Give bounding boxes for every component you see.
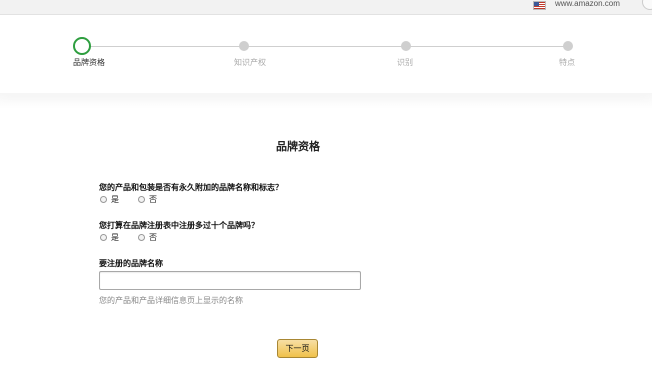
- corner-button[interactable]: [642, 0, 652, 10]
- us-flag-icon[interactable]: [533, 1, 546, 10]
- brand-name-input[interactable]: [99, 271, 361, 290]
- site-domain: www.amazon.com: [555, 0, 620, 8]
- q2-no-label[interactable]: 否: [149, 232, 157, 243]
- next-page-button[interactable]: 下一页: [277, 339, 318, 358]
- step-3-label: 识别: [397, 58, 413, 67]
- q2-yes-radio[interactable]: [100, 234, 107, 241]
- step-4-indicator: [563, 41, 573, 51]
- progress-track: [82, 46, 568, 47]
- step-4-label: 特点: [559, 58, 575, 67]
- step-2-label: 知识产权: [234, 58, 266, 67]
- q1-no-radio[interactable]: [138, 196, 145, 203]
- step-2-indicator: [239, 41, 249, 51]
- brand-name-label: 要注册的品牌名称: [99, 259, 163, 268]
- step-1-label: 品牌资格: [73, 58, 105, 67]
- q1-yes-label[interactable]: 是: [111, 194, 119, 205]
- progress-header: 品牌资格 知识产权 识别 特点: [0, 15, 652, 109]
- q1-no-label[interactable]: 否: [149, 194, 157, 205]
- step-3-indicator: [401, 41, 411, 51]
- q1-yes-radio[interactable]: [100, 196, 107, 203]
- question-more-than-ten-brands: 您打算在品牌注册表中注册多过十个品牌吗？: [99, 221, 259, 230]
- brand-name-hint: 您的产品和产品详细信息页上显示的名称: [99, 296, 243, 305]
- step-1-indicator: [73, 37, 91, 55]
- q2-yes-label[interactable]: 是: [111, 232, 119, 243]
- question-permanent-brand-options: 是 否: [100, 194, 176, 205]
- page-title: 品牌资格: [276, 140, 320, 153]
- browser-top-strip: www.amazon.com: [0, 0, 652, 15]
- question-permanent-brand: 您的产品和包装是否有永久附加的品牌名称和标志？: [99, 183, 283, 192]
- question-more-than-ten-brands-options: 是 否: [100, 232, 176, 243]
- q2-no-radio[interactable]: [138, 234, 145, 241]
